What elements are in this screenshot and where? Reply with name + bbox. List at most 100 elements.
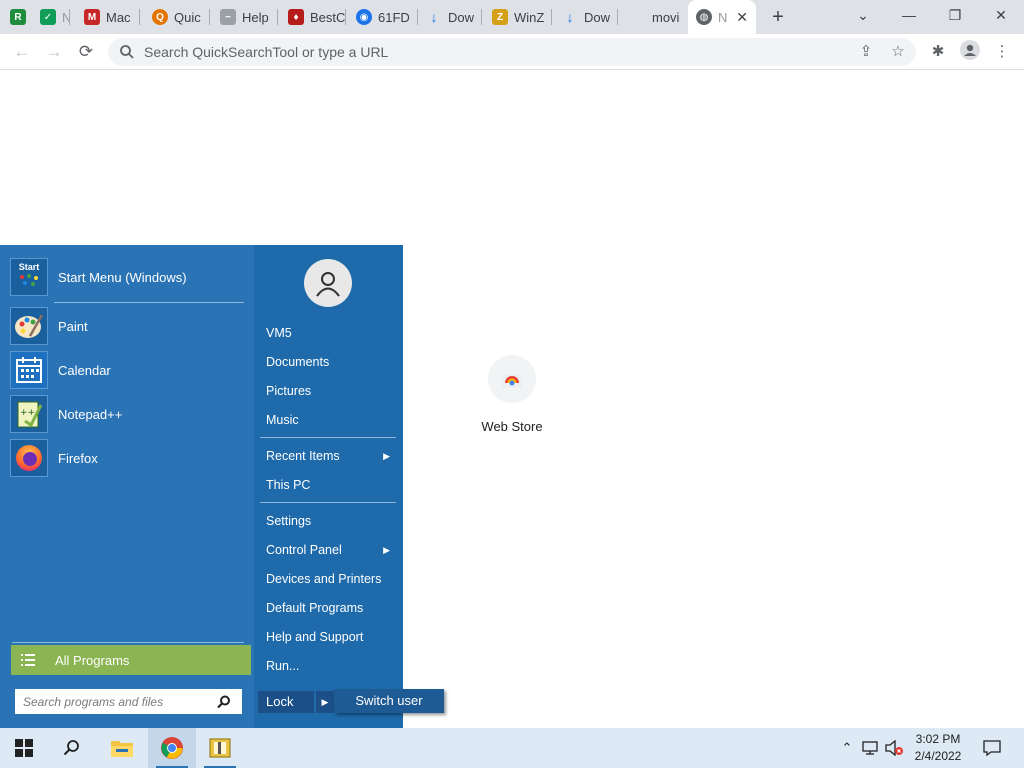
- chrome-taskbar-button[interactable]: [148, 728, 196, 768]
- user-icon: [316, 272, 340, 297]
- tab-label: Help: [242, 9, 269, 25]
- pinned-label: Notepad++: [58, 406, 123, 422]
- link-user-folder[interactable]: VM5: [266, 322, 396, 344]
- tab-2[interactable]: ✓ N: [40, 0, 70, 34]
- tab-label: Dow: [448, 9, 475, 25]
- tab-search-dropdown-icon[interactable]: ⌄: [840, 0, 886, 34]
- restore-button[interactable]: ❐: [932, 0, 978, 34]
- tab-label: BestC: [310, 9, 346, 25]
- start-menu-icon: Start: [10, 258, 48, 296]
- program-search-input[interactable]: [23, 694, 213, 709]
- tab-9[interactable]: Z WinZ: [486, 0, 552, 34]
- pinned-firefox[interactable]: Firefox: [10, 436, 244, 480]
- show-hidden-icons-chevron-icon[interactable]: ⌃: [838, 728, 856, 768]
- tab-5[interactable]: ~ Help: [214, 0, 278, 34]
- power-options-arrow-icon[interactable]: ▶: [316, 691, 334, 713]
- share-icon[interactable]: ⇪: [854, 40, 878, 64]
- new-tab-button[interactable]: +: [766, 4, 790, 30]
- download-icon: ↓: [430, 9, 438, 25]
- web-store-icon: [488, 355, 536, 403]
- tab-7[interactable]: ◉ 61FD: [350, 0, 418, 34]
- tab-label: movi: [652, 9, 680, 25]
- pinned-start-menu-windows[interactable]: Start Start Menu (Windows): [10, 255, 244, 299]
- close-window-button[interactable]: ✕: [978, 0, 1024, 34]
- link-devices-printers[interactable]: Devices and Printers: [266, 568, 396, 590]
- pinned-label: Firefox: [58, 450, 98, 466]
- bookmark-star-icon[interactable]: ☆: [886, 40, 910, 64]
- pinned-calendar[interactable]: Calendar: [10, 348, 244, 392]
- file-explorer-button[interactable]: [98, 728, 146, 768]
- search-icon: [63, 740, 79, 756]
- extensions-puzzle-icon[interactable]: ✱: [926, 40, 950, 64]
- program-search-box[interactable]: [15, 689, 242, 714]
- pinned-label: Paint: [58, 318, 88, 334]
- start-menu-left-pane: Start Start Menu (Windows) Paint Calenda…: [0, 245, 254, 728]
- app-taskbar-button[interactable]: [196, 728, 244, 768]
- tab-3[interactable]: M Mac: [78, 0, 140, 34]
- menu-kebab-icon[interactable]: ⋮: [990, 40, 1014, 64]
- link-this-pc[interactable]: This PC: [266, 474, 396, 496]
- svg-text:++: ++: [20, 408, 35, 418]
- link-help-support[interactable]: Help and Support: [266, 626, 396, 648]
- search-favicon-icon: Q: [152, 9, 168, 25]
- link-control-panel[interactable]: Control Panel ▶: [266, 539, 396, 561]
- calendar-icon: [10, 351, 48, 389]
- search-icon[interactable]: [217, 695, 231, 709]
- close-tab-icon[interactable]: ✕: [736, 9, 748, 26]
- switch-user-menu-item[interactable]: Switch user: [334, 689, 444, 713]
- link-default-programs[interactable]: Default Programs: [266, 597, 396, 619]
- profile-icon[interactable]: [958, 40, 982, 64]
- clock-time: 3:02 PM: [915, 732, 961, 746]
- address-bar[interactable]: [108, 38, 916, 66]
- tab-11[interactable]: movi: [622, 0, 686, 34]
- divider: [54, 302, 244, 303]
- tab-4[interactable]: Q Quic: [146, 0, 210, 34]
- tab-label: 61FD: [378, 9, 410, 25]
- notifications-icon[interactable]: [978, 728, 1006, 768]
- link-pictures[interactable]: Pictures: [266, 380, 396, 402]
- taskbar-clock[interactable]: 3:02 PM 2/4/2022: [906, 731, 970, 765]
- tab-favicon-icon: ◉: [356, 9, 372, 25]
- firefox-icon: [10, 439, 48, 477]
- forward-icon[interactable]: →: [40, 38, 68, 66]
- back-icon[interactable]: ←: [8, 38, 36, 66]
- globe-favicon-icon: ◍: [696, 9, 712, 25]
- start-button[interactable]: [0, 728, 48, 768]
- link-documents[interactable]: Documents: [266, 351, 396, 373]
- link-run[interactable]: Run...: [266, 655, 396, 677]
- volume-muted-icon[interactable]: [883, 728, 905, 768]
- notepad-plus-plus-icon: ++: [10, 395, 48, 433]
- user-avatar[interactable]: [304, 259, 352, 307]
- pinned-paint[interactable]: Paint: [10, 304, 244, 348]
- tab-10[interactable]: ↓ Dow: [556, 0, 618, 34]
- tab-label: Quic: [174, 9, 201, 25]
- address-input[interactable]: [144, 44, 824, 60]
- reload-icon[interactable]: ⟳: [72, 38, 100, 66]
- taskbar-search-button[interactable]: [48, 728, 96, 768]
- tab-label: Dow: [584, 9, 611, 25]
- download-icon: ↓: [566, 9, 574, 25]
- lock-button[interactable]: Lock: [258, 691, 314, 713]
- folder-icon: [111, 741, 133, 757]
- tab-1[interactable]: R: [10, 0, 38, 34]
- windows-logo-icon: [15, 739, 33, 757]
- minimize-button[interactable]: —: [886, 0, 932, 34]
- all-programs-label: All Programs: [55, 652, 130, 668]
- tab-active[interactable]: ◍ N ✕: [688, 0, 756, 34]
- pinned-notepad-plus-plus[interactable]: ++ Notepad++: [10, 392, 244, 436]
- start-menu: Start Start Menu (Windows) Paint Calenda…: [0, 245, 444, 728]
- link-settings[interactable]: Settings: [266, 510, 396, 532]
- link-music[interactable]: Music: [266, 409, 396, 431]
- help-favicon-icon: ~: [220, 9, 236, 25]
- link-recent-items[interactable]: Recent Items ▶: [266, 445, 396, 467]
- network-icon[interactable]: [860, 728, 882, 768]
- shortcut-web-store[interactable]: Web Store: [472, 355, 552, 434]
- pinned-label: Calendar: [58, 362, 111, 378]
- winzip-favicon-icon: Z: [492, 9, 508, 25]
- shield-favicon-icon: ♦: [288, 9, 304, 25]
- checkmark-favicon-icon: ✓: [40, 9, 56, 25]
- tab-6[interactable]: ♦ BestC: [282, 0, 346, 34]
- tab-favicon-icon: R: [10, 9, 26, 25]
- all-programs-button[interactable]: All Programs: [11, 645, 251, 675]
- tab-8[interactable]: ↓ Dow: [420, 0, 482, 34]
